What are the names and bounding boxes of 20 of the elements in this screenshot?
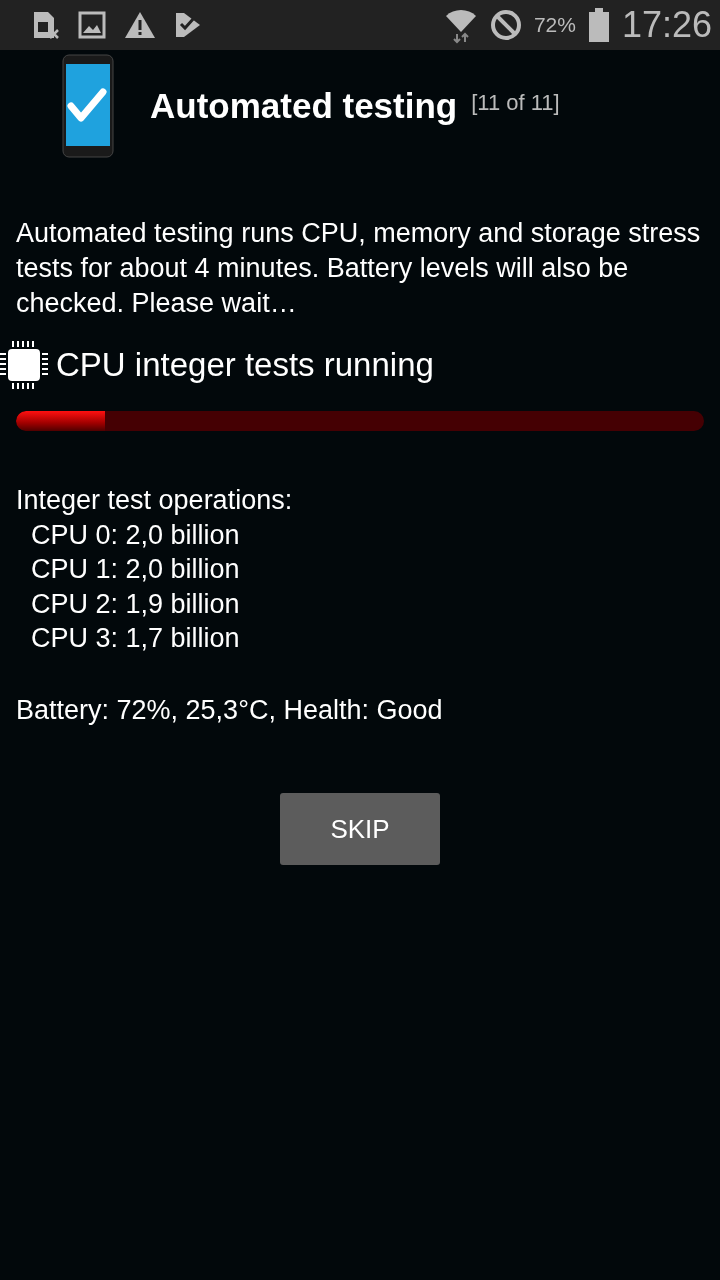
image-icon	[78, 11, 106, 39]
chip-icon	[0, 341, 48, 389]
blocked-icon	[489, 9, 522, 41]
description-text: Automated testing runs CPU, memory and storage stress tests for about 4 minutes. Battery levels will also be checked. Please wait…	[16, 217, 702, 320]
battery-percentage: 72%	[533, 13, 576, 37]
screen-title: Automated testing	[150, 86, 458, 126]
phone-checkmark-icon	[62, 54, 114, 158]
cpu-result: CPU 0: 2,0 billion	[30, 518, 241, 552]
test-status: CPU integer tests running	[56, 346, 434, 384]
cpu-result: CPU 3: 1,7 billion	[30, 622, 241, 655]
battery-status: Battery: 72%, 25,3°C, Health: Good	[15, 693, 444, 727]
test-counter: [11 of 11]	[471, 90, 560, 116]
cpu-result: CPU 1: 2,0 billion	[30, 553, 241, 586]
warning-icon	[124, 11, 156, 39]
skip-button[interactable]: SKIP	[280, 793, 440, 865]
cpu-result: CPU 2: 1,9 billion	[30, 587, 241, 621]
checkmark-tag-icon	[174, 11, 202, 39]
clock-time: 17:26	[621, 4, 712, 46]
battery-icon	[587, 8, 610, 42]
results-heading: Integer test operations:	[15, 484, 294, 517]
